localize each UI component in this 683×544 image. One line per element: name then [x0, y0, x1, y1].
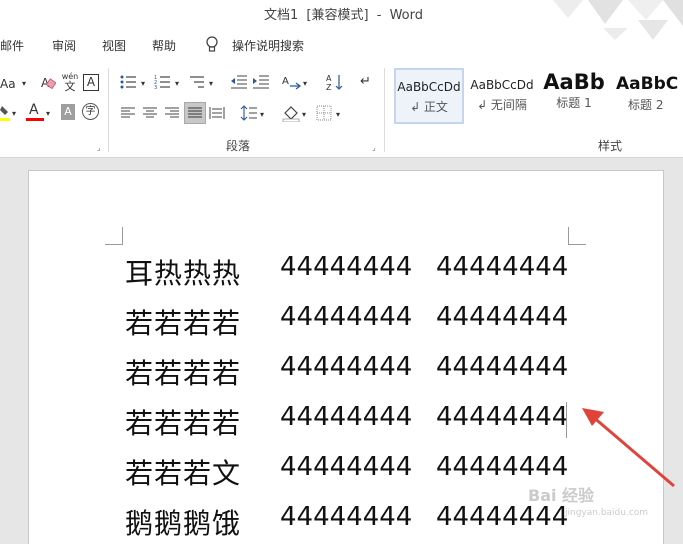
font-color-bar	[26, 118, 44, 121]
align-center-icon[interactable]	[142, 106, 158, 120]
phonetic-guide-char: 文	[64, 80, 76, 93]
line-chinese-text: 耳热热热	[125, 257, 242, 290]
svg-text:A: A	[282, 76, 289, 87]
align-left-icon[interactable]	[120, 106, 136, 120]
line-chinese-text: 若若若若	[125, 407, 242, 440]
line-number-col3: 44444444	[436, 252, 569, 282]
line-chinese-text: 若若若文	[125, 457, 242, 490]
tell-me-search[interactable]: 操作说明搜索	[232, 37, 304, 54]
change-case-dropdown-icon[interactable]: ▾	[22, 76, 26, 92]
show-formatting-marks-icon[interactable]: ↵	[360, 74, 371, 90]
document-name: 文档1	[264, 8, 299, 23]
line-chinese-text: 若若若若	[125, 357, 242, 390]
increase-indent-icon[interactable]	[252, 74, 270, 90]
numbering-dropdown-icon[interactable]: ▾	[175, 76, 179, 92]
text-cursor	[566, 402, 567, 438]
line-number-col3: 44444444	[436, 452, 569, 482]
watermark-logo: Bai 经验	[528, 486, 595, 505]
font-color-button[interactable]: A	[26, 102, 44, 122]
style-no-spacing[interactable]: AaBbCcDd ↲ 无间隔	[467, 68, 537, 124]
justify-button-active[interactable]	[184, 102, 206, 124]
line-number-col3: 44444444	[436, 302, 569, 332]
paragraph-group-label: 段落	[226, 139, 251, 153]
tab-mailings[interactable]: 邮件	[0, 37, 24, 54]
app-name: Word	[389, 8, 423, 23]
line-chinese-text: 若若若若	[125, 307, 242, 340]
style-heading-2[interactable]: AaBbC 标题 2	[612, 68, 683, 124]
distributed-icon[interactable]	[209, 106, 225, 120]
tab-help[interactable]: 帮助	[152, 37, 176, 54]
group-separator	[108, 68, 109, 152]
style-normal[interactable]: AaBbCcDd ↲ 正文	[394, 68, 464, 124]
lightbulb-icon	[206, 36, 218, 52]
compat-mode-label: [兼容模式]	[306, 8, 369, 23]
phonetic-guide-button[interactable]: wén 文	[60, 72, 80, 94]
style-name: 标题 1	[556, 96, 592, 110]
margin-corner-top-right	[568, 227, 586, 245]
group-separator	[384, 68, 385, 152]
style-heading-1[interactable]: AaBb 标题 1	[540, 68, 608, 124]
styles-group-label: 样式	[598, 139, 623, 153]
multilevel-list-icon[interactable]	[188, 74, 206, 90]
style-sample: AaBbC	[616, 74, 679, 94]
bullets-icon[interactable]	[120, 74, 138, 90]
justify-icon	[188, 107, 202, 118]
shading-dropdown-icon[interactable]: ▾	[302, 107, 306, 123]
clear-formatting-icon[interactable]: A	[40, 74, 56, 90]
svg-text:Z: Z	[326, 83, 332, 91]
align-right-icon[interactable]	[164, 106, 180, 120]
borders-icon[interactable]	[316, 105, 332, 121]
line-spacing-dropdown-icon[interactable]: ▾	[260, 107, 264, 123]
title-bar: 文档1 [兼容模式] - Word	[0, 0, 683, 40]
style-name: ↲ 正文	[410, 100, 448, 114]
style-sample: AaBb	[543, 70, 605, 94]
line-number-col2: 44444444	[280, 252, 413, 282]
margin-corner-top-left	[105, 227, 123, 245]
style-sample: AaBbCcDd	[397, 80, 461, 94]
line-number-col3: 44444444	[436, 352, 569, 382]
line-number-col2: 44444444	[280, 452, 413, 482]
svg-text:3: 3	[154, 85, 157, 90]
chinese-layout-dropdown-icon[interactable]: ▾	[303, 76, 307, 92]
style-sample: AaBbCcDd	[470, 78, 534, 92]
font-dialog-launcher-icon[interactable]: ⌟	[97, 143, 101, 152]
title-separator: -	[376, 8, 382, 23]
style-name: ↲ 无间隔	[477, 98, 527, 112]
chinese-layout-icon[interactable]: A	[282, 74, 302, 90]
font-color-glyph: A	[29, 102, 39, 118]
enclose-characters-button[interactable]: 字	[82, 103, 99, 120]
line-number-col2: 44444444	[280, 402, 413, 432]
tab-view[interactable]: 视图	[102, 37, 126, 54]
borders-dropdown-icon[interactable]: ▾	[336, 107, 340, 123]
bullets-dropdown-icon[interactable]: ▾	[141, 76, 145, 92]
tab-review[interactable]: 审阅	[52, 37, 76, 54]
line-number-col3: 44444444	[436, 502, 569, 532]
change-case-button[interactable]: Aa	[0, 76, 16, 92]
line-chinese-text: 鹅鹅鹅饿	[125, 507, 242, 540]
character-border-button[interactable]: A	[83, 74, 99, 91]
line-number-col2: 44444444	[280, 352, 413, 382]
paragraph-dialog-launcher-icon[interactable]: ⌟	[372, 143, 376, 152]
shading-icon[interactable]	[282, 104, 300, 122]
watermark-url: jingyan.baidu.com	[565, 508, 649, 518]
ribbon-tab-bar: 邮件 审阅 视图 帮助 操作说明搜索	[0, 32, 683, 58]
style-name: 标题 2	[628, 98, 664, 112]
font-color-dropdown-icon[interactable]: ▾	[46, 106, 50, 122]
red-arrow-annotation-icon	[582, 408, 675, 488]
multilevel-dropdown-icon[interactable]: ▾	[209, 76, 213, 92]
decrease-indent-icon[interactable]	[230, 74, 248, 90]
line-number-col2: 44444444	[280, 302, 413, 332]
line-number-col2: 44444444	[280, 502, 413, 532]
character-shading-button[interactable]: A	[61, 104, 75, 120]
svg-text:A: A	[326, 74, 332, 83]
line-spacing-icon[interactable]	[240, 104, 258, 122]
highlight-dropdown-icon[interactable]: ▾	[12, 106, 16, 122]
numbering-icon[interactable]: 1 2 3	[154, 74, 172, 90]
highlight-pen-icon[interactable]	[0, 104, 10, 122]
sort-icon[interactable]: A Z	[326, 73, 344, 91]
line-number-col3: 44444444	[436, 402, 569, 432]
